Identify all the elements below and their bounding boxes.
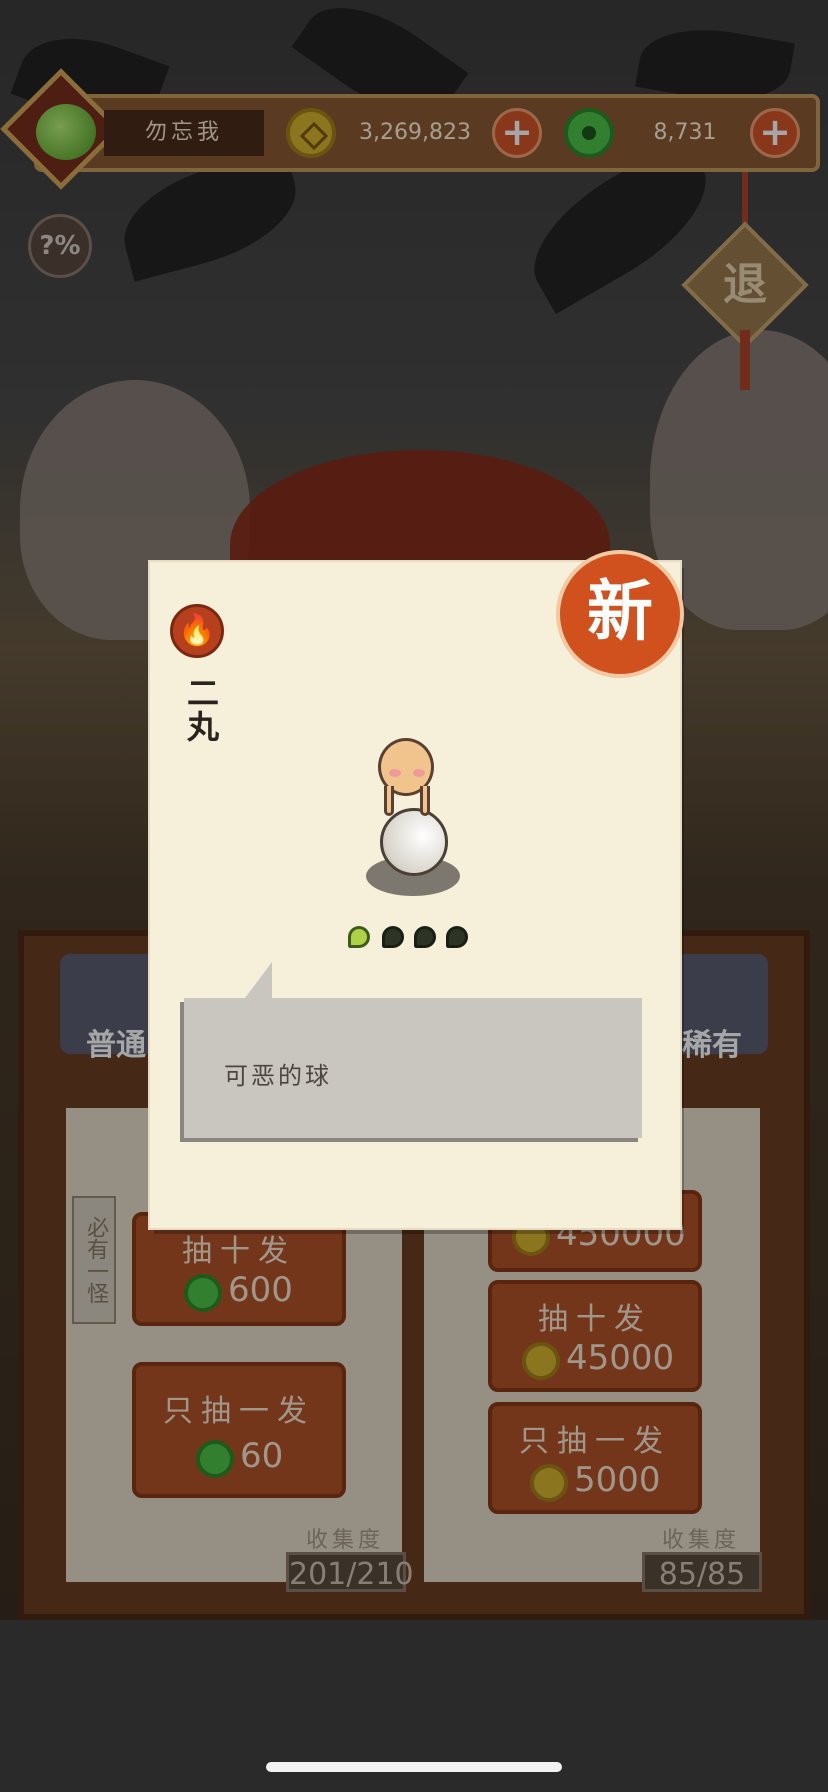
- rarity-star-icon: [446, 926, 468, 948]
- rarity-stars: [348, 926, 472, 952]
- monster-name: 二丸: [182, 676, 220, 744]
- speech-bubble-tail: [242, 962, 272, 1002]
- monster-ball: [380, 808, 448, 876]
- new-badge: 新: [556, 550, 684, 678]
- fire-icon: 🔥: [170, 604, 224, 658]
- rarity-star-icon: [414, 926, 436, 948]
- rarity-star-icon: [348, 926, 370, 948]
- monster-description: 可恶的球: [224, 1062, 332, 1090]
- rarity-star-icon: [382, 926, 404, 948]
- home-indicator[interactable]: [266, 1762, 562, 1772]
